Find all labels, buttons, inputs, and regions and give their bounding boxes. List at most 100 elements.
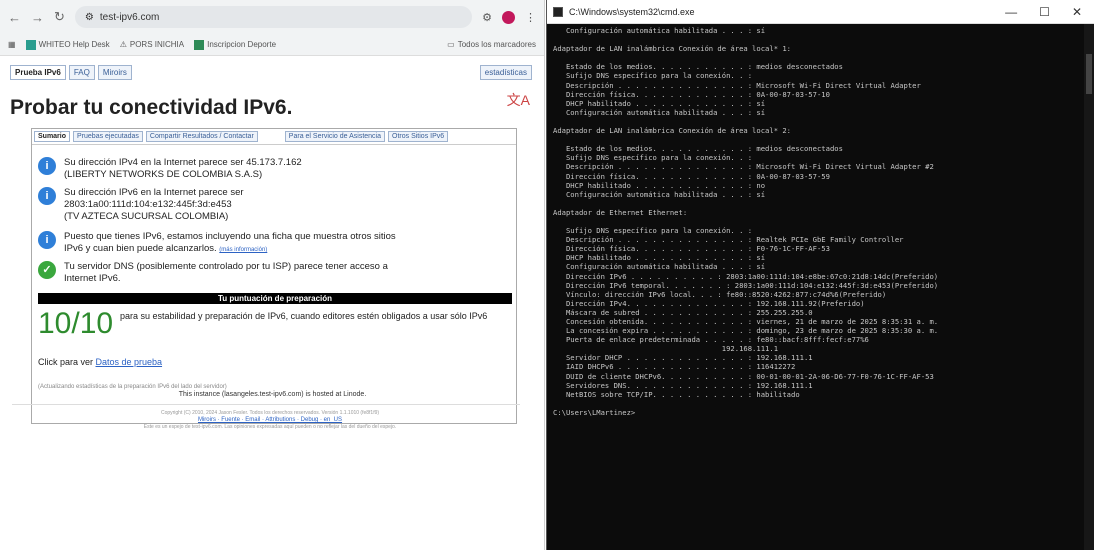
console-line: Estado de los medios. . . . . . . . . . … <box>553 62 843 72</box>
translate-icon[interactable]: 文A <box>507 90 530 110</box>
console-line: DUID de cliente DHCPv6. . . . . . . . . … <box>553 371 934 381</box>
console-line: Dirección IPv6 temporal. . . . . . . : 2… <box>553 280 939 290</box>
console-line: IAID DHCPv6 . . . . . . . . . . . . . . … <box>553 362 796 372</box>
terminal-icon <box>553 6 563 17</box>
bookmark-item[interactable]: WHITEO Help Desk <box>25 39 110 50</box>
console-line: Adaptador de LAN inalámbrica Conexión de… <box>553 126 791 136</box>
profile-avatar[interactable] <box>502 10 515 24</box>
console-line: Vínculo: dirección IPv6 local. . . : fe8… <box>553 289 887 299</box>
console-line: DHCP habilitado . . . . . . . . . . . . … <box>553 253 766 263</box>
browser-window: ← → ↻ ⚙ test-ipv6.com ⚙ ⋮ ▦ WHITEO Help … <box>0 0 545 550</box>
result-dns: ✓ Tu servidor DNS (posiblemente controla… <box>38 261 388 285</box>
console-window: C:\Windows\system32\cmd.exe — ☐ ✕ Config… <box>546 0 1094 550</box>
test-data-line: Click para ver Datos de prueba <box>38 357 163 367</box>
console-line: NetBIOS sobre TCP/IP. . . . . . . . . . … <box>553 389 800 399</box>
tab-mirrors[interactable]: Miroirs <box>97 65 132 80</box>
stats-tab[interactable]: estadísticas <box>479 65 532 80</box>
console-line: Servidor DHCP . . . . . . . . . . . . . … <box>553 353 813 363</box>
console-line: Sufijo DNS específico para la conexión. … <box>553 226 753 236</box>
console-line: Máscara de subred . . . . . . . . . . . … <box>553 307 813 317</box>
console-line: Descripción . . . . . . . . . . . . . . … <box>553 235 904 245</box>
check-icon: ✓ <box>38 261 56 279</box>
address-url: test-ipv6.com <box>99 11 160 23</box>
console-line: Configuración automática habilitada . . … <box>553 26 766 35</box>
bookmark-icon: ⚠ <box>119 40 127 49</box>
site-tabs: Prueba IPv6 FAQ Miroirs <box>10 65 132 80</box>
console-line: DHCP habilitado . . . . . . . . . . . . … <box>553 98 766 108</box>
subtab-other-sites[interactable]: Otros Sitios IPv6 <box>388 131 449 142</box>
console-line: Estado de los medios. . . . . . . . . . … <box>553 144 843 154</box>
results-tabs: Sumario Pruebas ejecutadas Compartir Res… <box>32 129 516 145</box>
console-line: Configuración automática habilitada . . … <box>553 107 766 117</box>
console-output[interactable]: Configuración automática habilitada . . … <box>553 26 1082 417</box>
console-line: Concesión obtenida. . . . . . . . . . . … <box>553 317 939 326</box>
console-line: Adaptador de LAN inalámbrica Conexión de… <box>553 44 791 54</box>
minimize-button[interactable]: — <box>1005 5 1017 19</box>
site-info-icon[interactable]: ⚙ <box>85 12 94 23</box>
bookmark-item[interactable]: Inscripcion Deporte <box>194 39 276 50</box>
console-line: La concesión expira . . . . . . . . . . … <box>553 326 939 336</box>
tab-prueba-ipv6[interactable]: Prueba IPv6 <box>10 65 66 80</box>
score-description: para su estabilidad y preparación de IPv… <box>120 311 488 321</box>
console-line: Configuración automática habilitada . . … <box>553 262 766 272</box>
tab-faq[interactable]: FAQ <box>68 65 95 80</box>
console-scrollbar[interactable] <box>1084 24 1094 550</box>
hosted-notice: This instance (lasangeles.test-ipv6.com)… <box>178 391 367 398</box>
menu-icon[interactable]: ⋮ <box>525 11 536 24</box>
footer-links[interactable]: Miroirs · Fuente · Email · Attributions … <box>40 417 500 424</box>
forward-icon[interactable]: → <box>31 10 44 25</box>
maximize-button[interactable]: ☐ <box>1039 5 1050 19</box>
address-bar[interactable]: ⚙ test-ipv6.com <box>74 6 473 28</box>
page-content: Prueba IPv6 FAQ Miroirs estadísticas Pro… <box>0 56 544 550</box>
result-ipv6: i Su dirección IPv6 en la Internet parec… <box>38 187 244 223</box>
console-line: Dirección física. . . . . . . . . . . . … <box>553 89 830 99</box>
console-line: Dirección física. . . . . . . . . . . . … <box>553 171 830 181</box>
close-button[interactable]: ✕ <box>1072 5 1082 19</box>
all-bookmarks[interactable]: ▭ Todos los marcadores <box>447 40 536 49</box>
console-line: Dirección física. . . . . . . . . . . . … <box>553 244 830 254</box>
console-line: Sufijo DNS específico para la conexión. … <box>553 71 753 81</box>
console-titlebar: C:\Windows\system32\cmd.exe — ☐ ✕ <box>547 0 1094 24</box>
console-line: Sufijo DNS específico para la conexión. … <box>553 153 753 163</box>
apps-icon[interactable]: ▦ <box>8 40 16 49</box>
bookmark-item[interactable]: ⚠ PORS INICHIA <box>120 40 184 49</box>
score-header: Tu puntuación de preparación <box>38 293 512 304</box>
extensions-icon[interactable]: ⚙ <box>482 11 492 24</box>
console-line: Descripción . . . . . . . . . . . . . . … <box>553 80 921 90</box>
result-other-sites: i Puesto que tienes IPv6, estamos incluy… <box>38 231 396 256</box>
console-line: DHCP habilitado . . . . . . . . . . . . … <box>553 180 766 190</box>
test-data-link[interactable]: Datos de prueba <box>96 357 163 367</box>
reload-icon[interactable]: ↻ <box>54 9 65 25</box>
page-title: Probar tu conectividad IPv6. <box>10 96 293 119</box>
more-info-link[interactable]: (más información) <box>219 247 267 253</box>
browser-toolbar: ← → ↻ ⚙ test-ipv6.com ⚙ ⋮ <box>0 0 544 34</box>
result-ipv4: i Su dirección IPv4 en la Internet parec… <box>38 157 302 181</box>
info-icon: i <box>38 187 56 205</box>
console-line: Configuración automática habilitada . . … <box>553 189 766 199</box>
bookmarks-bar: ▦ WHITEO Help Desk ⚠ PORS INICHIA Inscrip… <box>0 34 544 56</box>
score-value: 10/10 <box>38 307 114 340</box>
console-line: Servidores DNS. . . . . . . . . . . . . … <box>553 380 813 390</box>
folder-icon: ▭ <box>447 40 455 49</box>
subtab-share-results[interactable]: Compartir Resultados / Contactar <box>145 131 258 142</box>
console-line: Puerta de enlace predeterminada . . . . … <box>553 335 869 345</box>
scrollbar-thumb[interactable] <box>1086 54 1092 94</box>
console-title: C:\Windows\system32\cmd.exe <box>569 6 695 17</box>
console-line: Dirección IPv4. . . . . . . . . . . . . … <box>553 298 865 308</box>
stats-note: (Actualizando estadísticas de la prepara… <box>38 384 227 390</box>
console-line: Adaptador de Ethernet Ethernet: <box>553 207 688 217</box>
subtab-summary[interactable]: Sumario <box>34 131 71 142</box>
bookmark-icon <box>25 39 36 50</box>
console-line: 192.168.111.1 <box>553 344 779 354</box>
info-icon: i <box>38 231 56 249</box>
back-icon[interactable]: ← <box>8 10 21 25</box>
console-line: Dirección IPv6 . . . . . . . . . . : 280… <box>553 271 939 281</box>
subtab-tests-run[interactable]: Pruebas ejecutadas <box>73 131 143 142</box>
subtab-helpdesk[interactable]: Para el Servicio de Asistencia <box>284 131 386 142</box>
